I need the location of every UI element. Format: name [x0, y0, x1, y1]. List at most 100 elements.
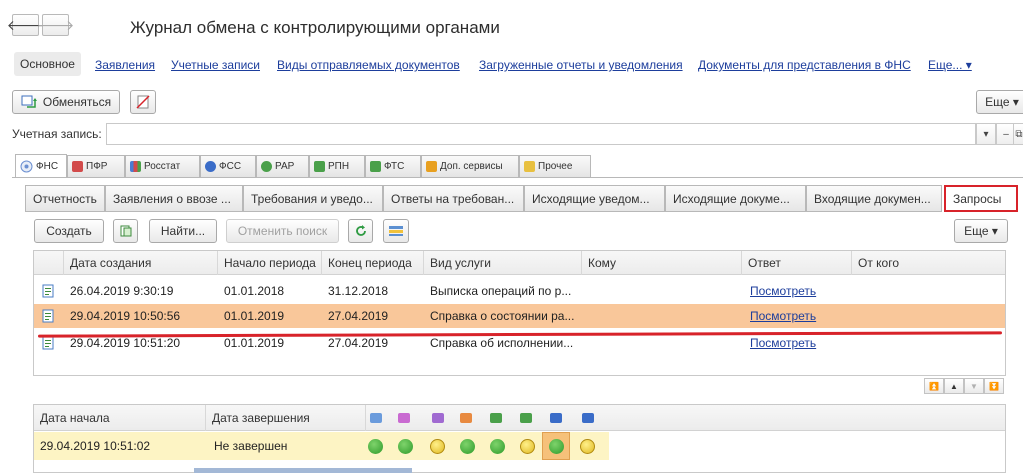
back-button[interactable]: 🡐 — [7, 14, 44, 36]
cell-created: 26.04.2019 9:30:19 — [70, 284, 174, 298]
other-icon — [524, 161, 535, 172]
scroll-up-button[interactable]: ▲ — [944, 378, 964, 394]
exchange-icon — [21, 95, 37, 108]
tab-fns[interactable]: ФНС — [15, 154, 67, 178]
exchange-button[interactable]: Обменяться — [12, 90, 120, 114]
cell-from — [852, 279, 1007, 303]
scroll-down-button[interactable]: ▼ — [964, 378, 984, 394]
status-ok-icon — [460, 439, 475, 454]
create-button[interactable]: Создать — [34, 219, 104, 243]
last-icon: ⏬ — [989, 381, 999, 391]
table-row[interactable]: 26.04.2019 9:30:19 01.01.2018 31.12.2018… — [34, 279, 1005, 303]
account-field[interactable] — [106, 123, 976, 145]
stage-1-icon — [370, 413, 382, 423]
cancel-search-button[interactable]: Отменить поиск — [226, 219, 339, 243]
header-end-date[interactable]: Дата завершения — [206, 405, 366, 431]
chevron-down-icon: ▾ — [983, 128, 989, 140]
section-applications[interactable]: Заявления — [95, 58, 155, 72]
disable-button[interactable] — [130, 90, 156, 114]
view-answer-link[interactable]: Посмотреть — [744, 304, 854, 328]
refresh-button[interactable] — [348, 219, 373, 243]
tab-extra-services[interactable]: Доп. сервисы — [421, 155, 519, 177]
stage-8-icon — [582, 413, 594, 423]
stage-7-icon — [550, 413, 562, 423]
copy-doc-icon — [120, 225, 131, 237]
tab-responses[interactable]: Ответы на требован... — [383, 185, 524, 212]
open-icon: ⧉ — [1015, 128, 1023, 140]
cell-period-end: 31.12.2018 — [328, 284, 389, 298]
tab-outgoing-notifications[interactable]: Исходящие уведом... — [524, 185, 665, 212]
header-service[interactable]: Вид услуги — [424, 251, 582, 275]
header-period-start[interactable]: Начало периода — [218, 251, 322, 275]
find-button[interactable]: Найти... — [149, 219, 217, 243]
tab-panel-divider — [12, 177, 1023, 178]
exchange-label: Обменяться — [42, 95, 112, 109]
services-icon — [426, 161, 437, 172]
section-accounts[interactable]: Учетные записи — [171, 58, 260, 72]
view-answer-link[interactable]: Посмотреть — [744, 279, 854, 303]
tab-fss[interactable]: ФСС — [200, 155, 256, 177]
document-icon — [42, 284, 54, 298]
account-open-button[interactable]: ⧉ — [1013, 123, 1023, 145]
tab-import-applications[interactable]: Заявления о ввозе ... — [105, 185, 243, 212]
status-ok-icon — [549, 439, 564, 454]
triangle-up-icon: ▲ — [950, 381, 958, 391]
scroll-last-button[interactable]: ⏬ — [984, 378, 1004, 394]
rar-icon — [261, 161, 272, 172]
cell-start-date: 29.04.2019 10:51:02 — [40, 439, 151, 453]
cell-service: Выписка операций по р... — [430, 284, 572, 298]
triangle-down-icon: ▼ — [970, 381, 978, 391]
forward-button[interactable]: 🡒 — [37, 14, 74, 36]
tab-outgoing-documents[interactable]: Исходящие докуме... — [665, 185, 806, 212]
status-row[interactable]: 29.04.2019 10:51:02 Не завершен — [34, 432, 609, 460]
tab-requirements[interactable]: Требования и уведо... — [243, 185, 383, 212]
status-pending-icon — [520, 439, 535, 454]
cell-to — [582, 279, 742, 303]
fns-emblem-icon — [20, 160, 33, 173]
section-fns-documents[interactable]: Документы для представления в ФНС — [698, 58, 911, 72]
tab-other[interactable]: Прочее — [519, 155, 591, 177]
section-more[interactable]: Еще... ▾ — [928, 58, 972, 72]
cell-to — [582, 304, 742, 328]
more-button[interactable]: Еще ▾ — [976, 90, 1023, 114]
status-ok-icon — [490, 439, 505, 454]
header-period-end[interactable]: Конец периода — [322, 251, 424, 275]
section-document-types[interactable]: Виды отправляемых документов — [277, 58, 460, 72]
header-answer[interactable]: Ответ — [742, 251, 852, 275]
dash-icon: – — [1003, 128, 1009, 140]
copy-button[interactable] — [113, 219, 138, 243]
account-dropdown-button[interactable]: ▾ — [976, 123, 996, 145]
header-from[interactable]: От кого — [852, 251, 1007, 275]
cell-period-start: 01.01.2019 — [224, 309, 285, 323]
tab-pfr[interactable]: ПФР — [67, 155, 125, 177]
tab-fts[interactable]: ФТС — [365, 155, 421, 177]
tab-reporting[interactable]: Отчетность — [25, 185, 105, 212]
tab-requests[interactable]: Запросы — [944, 185, 1018, 212]
document-icon — [42, 309, 54, 323]
tab-incoming-documents[interactable]: Входящие докумен... — [806, 185, 942, 212]
grid-more-button[interactable]: Еще ▾ — [954, 219, 1008, 243]
crossed-doc-icon — [136, 95, 150, 109]
pfr-icon — [72, 161, 83, 172]
tab-rar[interactable]: РАР — [256, 155, 309, 177]
cell-service: Справка о состоянии ра... — [430, 309, 575, 323]
status-header: Дата начала Дата завершения — [34, 405, 1005, 431]
stage-6-icon — [520, 413, 532, 423]
header-created[interactable]: Дата создания — [64, 251, 218, 275]
tab-rpn[interactable]: РПН — [309, 155, 365, 177]
tab-rosstat[interactable]: Росстат — [125, 155, 200, 177]
stage-3-icon — [432, 413, 444, 423]
cell-period-start: 01.01.2018 — [224, 284, 285, 298]
section-loaded-reports[interactable]: Загруженные отчеты и уведомления — [479, 58, 683, 72]
cell-created: 29.04.2019 10:50:56 — [70, 309, 181, 323]
header-to[interactable]: Кому — [582, 251, 742, 275]
scroll-first-button[interactable]: ⏫ — [924, 378, 944, 394]
section-main[interactable]: Основное — [14, 52, 81, 76]
account-label: Учетная запись: — [12, 127, 102, 141]
header-start-date[interactable]: Дата начала — [34, 405, 206, 431]
horizontal-scrollbar[interactable] — [194, 468, 412, 473]
stage-2-icon — [398, 413, 410, 423]
fts-icon — [370, 161, 381, 172]
settings-button[interactable] — [383, 219, 409, 243]
table-row-selected[interactable]: 29.04.2019 10:50:56 01.01.2019 27.04.201… — [34, 304, 1005, 328]
